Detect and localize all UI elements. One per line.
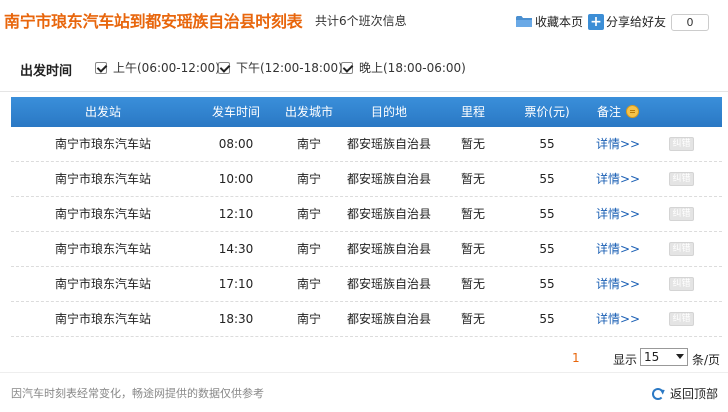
cell-departure-time: 14:30	[218, 242, 254, 256]
column-header-destination: 目的地	[370, 105, 407, 119]
coin-icon	[626, 105, 639, 118]
cell-price: 55	[539, 137, 555, 151]
report-error-button[interactable]: 纠错	[669, 207, 694, 221]
plus-icon: +	[588, 13, 604, 30]
cell-city: 南宁	[296, 172, 321, 186]
detail-link[interactable]: 详情>>	[585, 127, 651, 162]
cell-station: 南宁市琅东汽车站	[54, 277, 151, 291]
cell-destination: 都安瑶族自治县	[346, 172, 431, 186]
page-number-1[interactable]: 1	[572, 351, 580, 365]
cell-departure-time: 08:00	[218, 137, 254, 151]
page-footer: 因汽车时刻表经常变化，畅途网提供的数据仅供参考 返回顶部	[0, 372, 728, 412]
cell-mileage: 暂无	[460, 242, 485, 256]
cell-station: 南宁市琅东汽车站	[54, 172, 151, 186]
report-error-button[interactable]: 纠错	[669, 277, 694, 291]
chevron-down-icon	[676, 354, 684, 359]
favorite-button[interactable]: 收藏本页	[516, 13, 583, 30]
checkbox-icon[interactable]	[218, 61, 230, 74]
back-to-top-label: 返回顶部	[670, 387, 719, 401]
cell-destination: 都安瑶族自治县	[346, 277, 431, 291]
per-page-value: 15	[644, 350, 660, 364]
column-header-mileage: 里程	[460, 105, 485, 119]
filter-option-morning[interactable]: 上午(06:00-12:00)	[95, 59, 220, 76]
detail-link[interactable]: 详情>>	[585, 302, 651, 337]
per-page-unit: 条/页	[692, 353, 721, 367]
cell-departure-time: 17:10	[218, 277, 254, 291]
cell-destination: 都安瑶族自治县	[346, 312, 431, 326]
cell-station: 南宁市琅东汽车站	[54, 242, 151, 256]
pagination: 1 显示 15 条/页	[0, 345, 728, 371]
cell-departure-time: 18:30	[218, 312, 254, 326]
checkbox-icon[interactable]	[341, 61, 353, 74]
share-label: 分享给好友	[606, 15, 667, 29]
filter-label: 出发时间	[20, 64, 73, 79]
cell-station: 南宁市琅东汽车站	[54, 137, 151, 151]
per-page-select[interactable]: 15	[640, 348, 688, 366]
folder-icon	[516, 15, 532, 28]
detail-link[interactable]: 详情>>	[585, 197, 651, 232]
cell-departure-time: 10:00	[218, 172, 254, 186]
departure-time-filter: 出发时间 上午(06:00-12:00) 下午(12:00-18:00) 晚上(…	[0, 46, 728, 92]
table-row: 南宁市琅东汽车站 08:00 南宁 都安瑶族自治县 暂无 55 详情>> 纠错	[11, 127, 722, 162]
cell-city: 南宁	[296, 207, 321, 221]
page-title: 南宁市琅东汽车站到都安瑶族自治县时刻表	[4, 12, 303, 31]
cell-city: 南宁	[296, 312, 321, 326]
page-header: 南宁市琅东汽车站到都安瑶族自治县时刻表 共计6个班次信息 收藏本页 + 分享给好…	[0, 0, 728, 40]
cell-mileage: 暂无	[460, 137, 485, 151]
disclaimer-text: 因汽车时刻表经常变化，畅途网提供的数据仅供参考	[11, 387, 264, 400]
cell-mileage: 暂无	[460, 312, 485, 326]
detail-link[interactable]: 详情>>	[585, 162, 651, 197]
report-error-button[interactable]: 纠错	[669, 137, 694, 151]
cell-price: 55	[539, 277, 555, 291]
table-row: 南宁市琅东汽车站 14:30 南宁 都安瑶族自治县 暂无 55 详情>> 纠错	[11, 232, 722, 267]
detail-link[interactable]: 详情>>	[585, 267, 651, 302]
column-header-city: 出发城市	[284, 105, 333, 119]
cell-mileage: 暂无	[460, 172, 485, 186]
filter-option-afternoon[interactable]: 下午(12:00-18:00)	[218, 59, 343, 76]
cell-departure-time: 12:10	[218, 207, 254, 221]
checkbox-icon[interactable]	[95, 61, 107, 74]
report-error-button[interactable]: 纠错	[669, 242, 694, 256]
report-error-button[interactable]: 纠错	[669, 312, 694, 326]
cell-destination: 都安瑶族自治县	[346, 137, 431, 151]
table-header: 出发站 发车时间 出发城市 目的地 里程 票价(元) 备注	[11, 97, 722, 127]
share-button[interactable]: + 分享给好友	[588, 13, 666, 30]
column-header-remark: 备注	[585, 97, 651, 127]
back-to-top-button[interactable]: 返回顶部	[652, 385, 718, 402]
cell-price: 55	[539, 312, 555, 326]
share-count-badge: 0	[671, 14, 709, 31]
column-header-time: 发车时间	[211, 105, 260, 119]
table-row: 南宁市琅东汽车站 12:10 南宁 都安瑶族自治县 暂无 55 详情>> 纠错	[11, 197, 722, 232]
filter-option-label: 晚上(18:00-06:00)	[359, 61, 466, 75]
detail-link[interactable]: 详情>>	[585, 232, 651, 267]
refresh-icon	[652, 387, 664, 400]
cell-station: 南宁市琅东汽车站	[54, 312, 151, 326]
column-header-price: 票价(元)	[524, 105, 570, 119]
table-row: 南宁市琅东汽车站 18:30 南宁 都安瑶族自治县 暂无 55 详情>> 纠错	[11, 302, 722, 337]
filter-option-evening[interactable]: 晚上(18:00-06:00)	[341, 59, 466, 76]
report-error-button[interactable]: 纠错	[669, 172, 694, 186]
favorite-label: 收藏本页	[535, 15, 584, 29]
table-row: 南宁市琅东汽车站 10:00 南宁 都安瑶族自治县 暂无 55 详情>> 纠错	[11, 162, 722, 197]
filter-option-label: 上午(06:00-12:00)	[113, 61, 220, 75]
cell-station: 南宁市琅东汽车站	[54, 207, 151, 221]
cell-city: 南宁	[296, 277, 321, 291]
trip-count-text: 共计6个班次信息	[315, 14, 407, 28]
column-header-station: 出发站	[84, 105, 121, 119]
cell-destination: 都安瑶族自治县	[346, 207, 431, 221]
filter-option-label: 下午(12:00-18:00)	[236, 61, 343, 75]
show-label: 显示	[613, 353, 638, 367]
cell-price: 55	[539, 172, 555, 186]
remark-label: 备注	[596, 105, 621, 119]
cell-city: 南宁	[296, 137, 321, 151]
cell-mileage: 暂无	[460, 207, 485, 221]
cell-destination: 都安瑶族自治县	[346, 242, 431, 256]
schedule-table-body: 南宁市琅东汽车站 08:00 南宁 都安瑶族自治县 暂无 55 详情>> 纠错 南宁市琅东汽车站…	[11, 127, 722, 337]
cell-city: 南宁	[296, 242, 321, 256]
table-row: 南宁市琅东汽车站 17:10 南宁 都安瑶族自治县 暂无 55 详情>> 纠错	[11, 267, 722, 302]
cell-price: 55	[539, 207, 555, 221]
cell-mileage: 暂无	[460, 277, 485, 291]
cell-price: 55	[539, 242, 555, 256]
